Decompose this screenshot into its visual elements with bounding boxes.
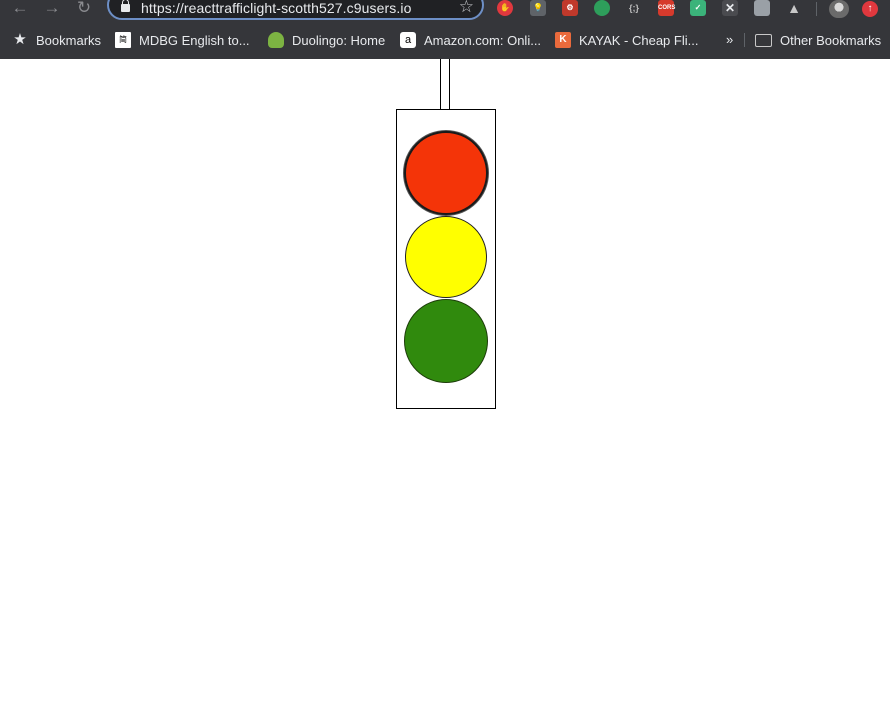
back-icon[interactable]: ← xyxy=(10,0,30,18)
reload-icon[interactable]: ↻ xyxy=(74,0,94,18)
profile-avatar[interactable] xyxy=(829,0,849,18)
other-bookmarks-label: Other Bookmarks xyxy=(780,32,882,48)
bookmark-amazon[interactable]: a Amazon.com: Onli... xyxy=(400,28,541,52)
star-icon: ★ xyxy=(13,31,27,48)
ext-stop-icon[interactable]: ✋ xyxy=(497,0,513,16)
ext-cors-icon[interactable]: CORS xyxy=(658,0,675,16)
duolingo-icon xyxy=(268,32,284,48)
ext-drive-icon[interactable]: ▲ xyxy=(786,0,802,16)
ext-leaf-icon[interactable] xyxy=(594,0,610,16)
bookmark-label: MDBG English to... xyxy=(139,32,250,48)
bookmarks-divider xyxy=(744,33,745,47)
kayak-icon: K xyxy=(555,32,571,48)
ext-bug-icon[interactable]: ⚙ xyxy=(562,0,578,16)
ext-code-icon[interactable]: {;} xyxy=(626,0,642,16)
bookmark-duolingo[interactable]: Duolingo: Home xyxy=(268,28,385,52)
mdbg-icon: 简 xyxy=(115,32,131,48)
green-light[interactable] xyxy=(404,299,488,383)
ext-cross-icon[interactable]: ✕ xyxy=(722,0,738,16)
lock-icon[interactable] xyxy=(121,0,130,12)
bookmark-apps[interactable]: ★ Bookmarks xyxy=(12,28,101,52)
bookmark-kayak[interactable]: K KAYAK - Cheap Fli... xyxy=(555,28,698,52)
bookmark-label: Duolingo: Home xyxy=(292,32,386,48)
forward-icon[interactable]: → xyxy=(42,0,62,18)
bookmark-label: Amazon.com: Onli... xyxy=(424,32,542,48)
folder-icon xyxy=(755,33,772,47)
bookmark-label: KAYAK - Cheap Fli... xyxy=(579,32,699,48)
other-bookmarks[interactable]: Other Bookmarks xyxy=(755,28,881,52)
ext-save-icon[interactable]: ✓ xyxy=(690,0,706,16)
bookmark-mdbg[interactable]: 简 MDBG English to... xyxy=(115,28,250,52)
ext-bulb-icon[interactable]: 💡 xyxy=(530,0,546,16)
yellow-light[interactable] xyxy=(405,216,487,298)
url-text[interactable]: https://reacttrafficlight-scotth527.c9us… xyxy=(141,0,411,16)
address-bar[interactable]: https://reacttrafficlight-scotth527.c9us… xyxy=(107,0,484,20)
update-icon[interactable]: ↑ xyxy=(862,1,878,17)
traffic-light-housing xyxy=(396,109,496,409)
browser-toolbar: ← → ↻ https://reacttrafficlight-scotth52… xyxy=(0,0,890,20)
ext-chat-icon[interactable] xyxy=(754,0,770,16)
red-light[interactable] xyxy=(404,131,488,215)
traffic-light-pole xyxy=(440,59,450,110)
browser-chrome: ← → ↻ https://reacttrafficlight-scotth52… xyxy=(0,0,890,59)
bookmark-star-icon[interactable]: ☆ xyxy=(459,0,474,16)
bookmark-label: Bookmarks xyxy=(36,32,102,48)
bookmarks-overflow-button[interactable]: » xyxy=(726,28,733,52)
amazon-icon: a xyxy=(400,32,416,48)
page-content xyxy=(0,59,890,722)
toolbar-divider xyxy=(816,2,817,16)
bookmarks-bar: ★ Bookmarks 简 MDBG English to... Duoling… xyxy=(0,28,890,52)
